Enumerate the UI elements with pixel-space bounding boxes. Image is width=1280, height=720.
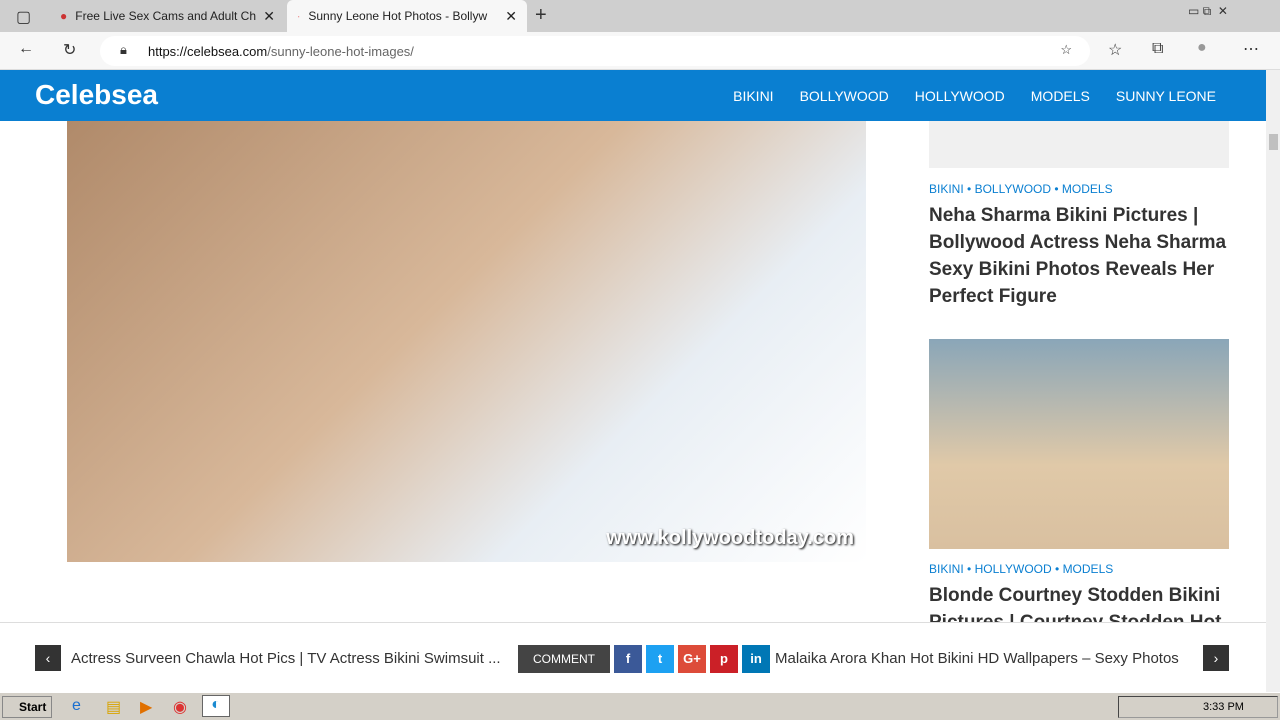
post-thumbnail[interactable] — [929, 339, 1229, 549]
category-link[interactable]: BOLLYWOOD — [975, 182, 1051, 196]
article-image: www.kollywoodtoday.com — [67, 121, 866, 562]
prev-post-button[interactable]: ‹ — [35, 645, 61, 671]
explorer-icon[interactable]: ▤ — [106, 697, 121, 717]
menu-sunny-leone[interactable]: SUNNY LEONE — [1116, 88, 1216, 104]
back-icon[interactable]: ← — [18, 40, 34, 58]
pinterest-share-icon[interactable]: p — [710, 645, 738, 673]
linkedin-share-icon[interactable]: in — [742, 645, 770, 673]
refresh-icon[interactable]: ↻ — [63, 40, 76, 60]
site-favicon-icon: ● — [60, 9, 68, 23]
edge-icon[interactable]: ◐ — [202, 695, 230, 717]
ie-icon[interactable]: e — [72, 697, 81, 715]
taskbar: Start e ▤ ▶ ◉ ◐ 3:33 PM — [0, 692, 1280, 720]
site-logo[interactable]: Celebsea — [35, 79, 158, 111]
clock: 3:33 PM — [1203, 701, 1244, 713]
category-link[interactable]: BIKINI — [929, 562, 964, 576]
site-header: Celebsea BIKINI BOLLYWOOD HOLLYWOOD MODE… — [0, 70, 1266, 121]
favorite-add-icon[interactable]: ☆ — [1060, 42, 1072, 58]
close-tab-icon[interactable]: ✕ — [505, 8, 517, 25]
twitter-share-icon[interactable]: t — [646, 645, 674, 673]
address-bar-row: ← ↻ 🔒︎ https://celebsea.com/sunny-leone-… — [0, 32, 1280, 70]
facebook-share-icon[interactable]: f — [614, 645, 642, 673]
url-path: /sunny-leone-hot-images/ — [267, 44, 414, 59]
site-favicon-icon: ∙ — [297, 9, 301, 23]
category-link[interactable]: HOLLYWOOD — [975, 562, 1052, 576]
tab-bar: ▢ ● Free Live Sex Cams and Adult Ch ✕ ∙ … — [0, 0, 1280, 32]
chrome-icon[interactable]: ◉ — [173, 697, 187, 717]
url-domain: https://celebsea.com — [148, 44, 268, 59]
post-title[interactable]: Neha Sharma Bikini Pictures | Bollywood … — [929, 202, 1229, 310]
menu-hollywood[interactable]: HOLLYWOOD — [915, 88, 1005, 104]
scrollbar[interactable] — [1266, 70, 1280, 692]
post-navigation: ‹ Actress Surveen Chawla Hot Pics | TV A… — [0, 622, 1266, 692]
close-tab-icon[interactable]: ✕ — [263, 8, 275, 25]
url-input[interactable]: 🔒︎ https://celebsea.com/sunny-leone-hot-… — [100, 36, 1090, 66]
tab-title: Free Live Sex Cams and Adult Ch — [75, 9, 257, 23]
tab-2[interactable]: ∙ Sunny Leone Hot Photos - Bollyw ✕ — [287, 0, 527, 32]
ad-placeholder — [929, 121, 1229, 168]
category-link[interactable]: BIKINI — [929, 182, 964, 196]
menu-models[interactable]: MODELS — [1031, 88, 1090, 104]
next-post-link[interactable]: Malaika Arora Khan Hot Bikini HD Wallpap… — [775, 650, 1179, 667]
category-link[interactable]: MODELS — [1062, 182, 1113, 196]
comment-button[interactable]: COMMENT — [518, 645, 610, 673]
scrollbar-thumb[interactable] — [1269, 134, 1278, 150]
menu-bollywood[interactable]: BOLLYWOOD — [800, 88, 889, 104]
tab-1[interactable]: ● Free Live Sex Cams and Adult Ch ✕ — [50, 0, 285, 32]
tab-actions-icon[interactable]: ▢ — [16, 7, 31, 27]
category-link[interactable]: MODELS — [1063, 562, 1114, 576]
system-tray: 3:33 PM — [1118, 696, 1278, 718]
tab-title: Sunny Leone Hot Photos - Bollyw — [308, 9, 488, 23]
minimize-icon[interactable]: ▭ ⧉ ✕ — [1188, 4, 1228, 19]
media-player-icon[interactable]: ▶ — [140, 697, 152, 717]
collections-icon[interactable]: ⧉ — [1152, 40, 1163, 58]
next-post-button[interactable]: › — [1203, 645, 1229, 671]
profile-avatar[interactable]: ● — [1197, 39, 1207, 57]
menu-bikini[interactable]: BIKINI — [733, 88, 773, 104]
new-tab-icon[interactable]: + — [535, 4, 547, 27]
googleplus-share-icon[interactable]: G+ — [678, 645, 706, 673]
lock-icon: 🔒︎ — [120, 42, 127, 57]
sidebar-post: BIKINI • BOLLYWOOD • MODELS Neha Sharma … — [929, 182, 1229, 310]
image-watermark: www.kollywoodtoday.com — [606, 527, 854, 549]
start-button[interactable]: Start — [2, 696, 52, 718]
prev-post-link[interactable]: Actress Surveen Chawla Hot Pics | TV Act… — [71, 650, 501, 667]
main-menu: BIKINI BOLLYWOOD HOLLYWOOD MODELS SUNNY … — [733, 88, 1216, 104]
more-icon[interactable]: ⋯ — [1243, 39, 1259, 59]
favorites-icon[interactable]: ☆ — [1108, 40, 1122, 60]
